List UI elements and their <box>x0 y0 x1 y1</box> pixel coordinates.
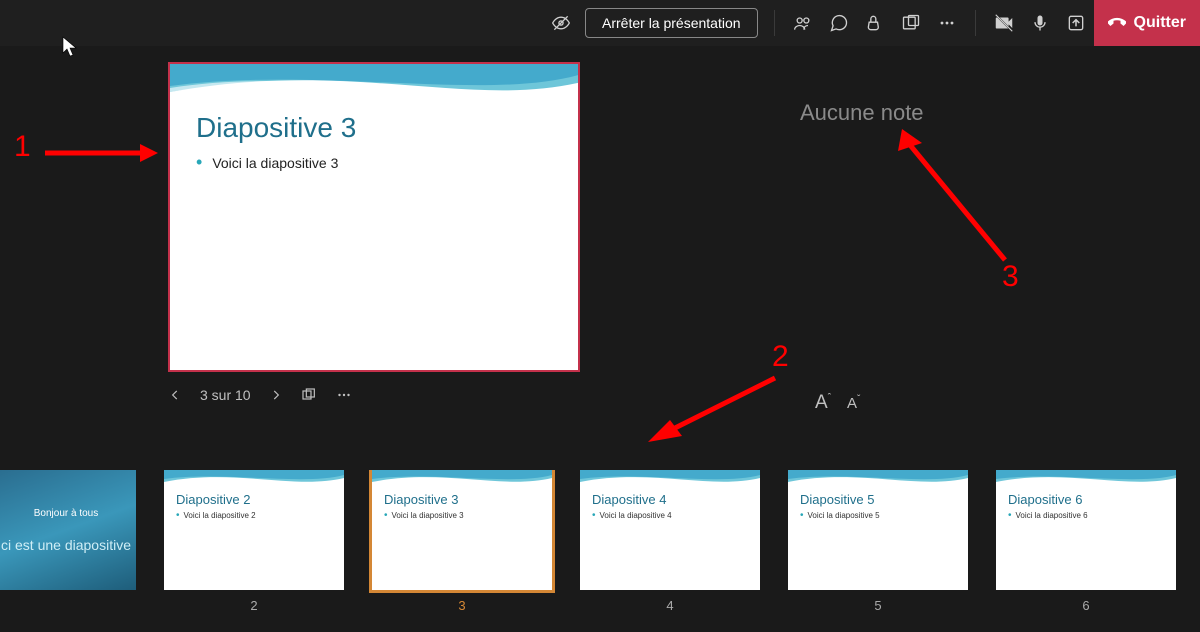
thumb-title: Diapositive 4 <box>592 492 748 507</box>
thumb-graphic <box>164 470 344 490</box>
decrease-font-button[interactable]: Aˇ <box>847 394 860 412</box>
thumb-bullet: Voici la diapositive 6 <box>1008 510 1164 521</box>
prev-slide-button[interactable] <box>168 388 182 402</box>
thumb-title: Diapositive 5 <box>800 492 956 507</box>
annotation-2: 2 <box>772 340 789 374</box>
stop-presentation-button[interactable]: Arrêter la présentation <box>585 8 758 38</box>
slide-filmstrip: Bonjour à tous ci est une diapositive Di… <box>0 470 1200 632</box>
notes-placeholder: Aucune note <box>800 100 924 126</box>
thumb-title: Diapositive 2 <box>176 492 332 507</box>
grid-view-button[interactable] <box>301 387 317 403</box>
filmstrip-thumb[interactable]: Diapositive 2 Voici la diapositive 2 2 <box>164 470 344 632</box>
thumb-number: 3 <box>458 598 465 613</box>
slide-header-graphic <box>170 64 578 106</box>
filmstrip-thumb[interactable]: Diapositive 5 Voici la diapositive 5 5 <box>788 470 968 632</box>
slide-more-button[interactable] <box>335 386 353 404</box>
thumb-number: 6 <box>1082 598 1089 613</box>
thumb-number: 2 <box>250 598 257 613</box>
slide-title: Diapositive 3 <box>196 112 552 144</box>
annotation-arrow-2 <box>640 370 790 450</box>
people-icon[interactable] <box>785 5 821 41</box>
annotation-arrow-1 <box>40 138 160 168</box>
rooms-icon[interactable] <box>893 5 929 41</box>
content-slide-thumb[interactable]: Diapositive 4 Voici la diapositive 4 <box>580 470 760 590</box>
filmstrip-thumb[interactable]: Diapositive 4 Voici la diapositive 4 4 <box>580 470 760 632</box>
camera-off-icon[interactable] <box>986 5 1022 41</box>
thumb-bullet: Voici la diapositive 5 <box>800 510 956 521</box>
cursor-icon <box>62 36 78 58</box>
filmstrip-thumb[interactable]: Bonjour à tous ci est une diapositive <box>0 470 136 632</box>
leave-label: Quitter <box>1134 14 1186 32</box>
slide-bullet: Voici la diapositive 3 <box>196 152 552 173</box>
next-slide-button[interactable] <box>269 388 283 402</box>
annotation-arrow-3 <box>890 125 1020 275</box>
title-slide-line2: ci est une diapositive <box>1 537 131 553</box>
mic-icon[interactable] <box>1022 5 1058 41</box>
filmstrip-thumb[interactable]: Diapositive 6 Voici la diapositive 6 6 <box>996 470 1176 632</box>
reactions-icon[interactable] <box>857 5 893 41</box>
title-slide-thumb[interactable]: Bonjour à tous ci est une diapositive <box>0 470 136 590</box>
notes-font-controls: Aˆ Aˇ <box>815 392 860 414</box>
thumb-graphic <box>788 470 968 490</box>
thumb-bullet: Voici la diapositive 4 <box>592 510 748 521</box>
slide-body: Diapositive 3 Voici la diapositive 3 <box>170 106 578 179</box>
chat-icon[interactable] <box>821 5 857 41</box>
thumb-title: Diapositive 6 <box>1008 492 1164 507</box>
meeting-toolbar: Arrêter la présentation Quitter <box>0 0 1200 46</box>
filmstrip-thumb[interactable]: Diapositive 3 Voici la diapositive 3 3 <box>372 470 552 632</box>
increase-font-button[interactable]: Aˆ <box>815 392 831 414</box>
annotation-1: 1 <box>14 130 31 164</box>
content-slide-thumb[interactable]: Diapositive 3 Voici la diapositive 3 <box>372 470 552 590</box>
thumb-number: 5 <box>874 598 881 613</box>
thumb-bullet: Voici la diapositive 2 <box>176 510 332 521</box>
more-icon[interactable] <box>929 5 965 41</box>
leave-button[interactable]: Quitter <box>1094 0 1200 46</box>
slide-counter: 3 sur 10 <box>200 387 251 403</box>
separator <box>975 10 976 36</box>
content-slide-thumb[interactable]: Diapositive 2 Voici la diapositive 2 <box>164 470 344 590</box>
content-slide-thumb[interactable]: Diapositive 5 Voici la diapositive 5 <box>788 470 968 590</box>
phone-hangup-icon <box>1108 14 1126 32</box>
title-slide-line1: Bonjour à tous <box>34 508 99 519</box>
thumb-number: 4 <box>666 598 673 613</box>
thumb-graphic <box>580 470 760 490</box>
thumb-graphic <box>372 470 552 490</box>
slide-navigation-controls: 3 sur 10 <box>168 386 353 404</box>
content-slide-thumb[interactable]: Diapositive 6 Voici la diapositive 6 <box>996 470 1176 590</box>
thumb-graphic <box>996 470 1176 490</box>
privacy-eye-icon[interactable] <box>543 5 579 41</box>
thumb-title: Diapositive 3 <box>384 492 540 507</box>
current-slide-preview[interactable]: Diapositive 3 Voici la diapositive 3 <box>168 62 580 372</box>
thumb-bullet: Voici la diapositive 3 <box>384 510 540 521</box>
share-icon[interactable] <box>1058 5 1094 41</box>
separator <box>774 10 775 36</box>
